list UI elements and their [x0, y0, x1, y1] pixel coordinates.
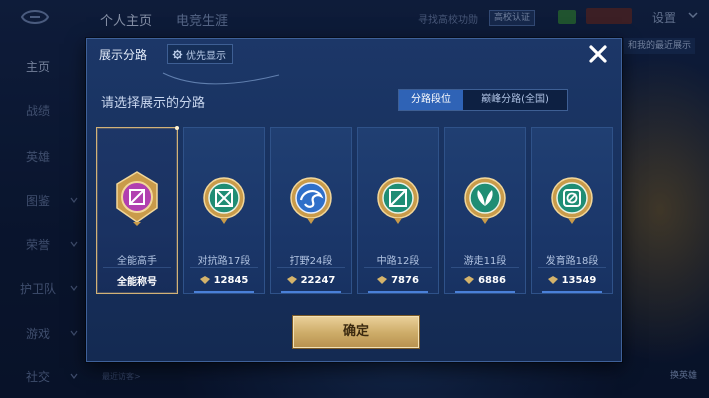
roam-emblem-icon: [464, 177, 506, 224]
selected-sparkle-icon: [175, 126, 179, 130]
lane-card-jungle[interactable]: 打野24段 22247: [270, 127, 352, 294]
lane-card-footer: 12845: [184, 271, 264, 289]
lane-card-label: 对抗路17段: [197, 256, 251, 267]
diamond-icon: [286, 276, 297, 284]
close-icon[interactable]: [585, 41, 611, 67]
farm-lane-emblem-icon: [551, 177, 593, 224]
priority-display-button[interactable]: 优先显示: [167, 44, 233, 64]
lane-card-footer: 全能称号: [97, 271, 177, 289]
diamond-icon: [377, 276, 388, 284]
ornament-swirl-icon: [162, 72, 280, 85]
lane-card-footer: 22247: [271, 271, 351, 289]
lane-card-label: 打野24段: [289, 256, 333, 267]
divider: [103, 267, 171, 268]
lane-card-farm[interactable]: 发育路18段 13549: [531, 127, 613, 294]
lane-card-all-round[interactable]: 全能高手 全能称号: [96, 126, 179, 294]
clash-lane-emblem-icon: [203, 177, 245, 224]
lane-score: 7876: [391, 274, 419, 286]
lane-card-label: 全能高手: [117, 256, 157, 267]
title-badge-text: 全能称号: [117, 276, 157, 288]
lane-score: 12845: [213, 274, 249, 286]
lane-card-label: 中路12段: [376, 256, 420, 267]
dialog-title: 展示分路: [99, 48, 148, 62]
card-underline: [281, 291, 341, 293]
lane-mode-segmented-control: 分路段位 巅峰分路(全国): [398, 89, 568, 111]
lane-card-mid[interactable]: 中路12段 7876: [357, 127, 439, 294]
dialog-header: 展示分路 优先显示: [87, 39, 621, 69]
diamond-icon: [199, 276, 210, 284]
tab-lane-rank[interactable]: 分路段位: [399, 90, 463, 110]
gear-icon: [172, 49, 183, 59]
diamond-icon: [547, 276, 558, 284]
diamond-icon: [464, 276, 475, 284]
lane-card-clash[interactable]: 对抗路17段 12845: [183, 127, 265, 294]
lane-card-label: 游走11段: [463, 256, 507, 267]
divider: [277, 267, 345, 268]
lane-score: 22247: [300, 274, 336, 286]
card-underline: [542, 291, 602, 293]
confirm-button[interactable]: 确定: [293, 316, 419, 348]
mid-lane-emblem-icon: [377, 177, 419, 224]
divider: [451, 267, 519, 268]
lane-card-footer: 6886: [445, 271, 525, 289]
divider: [364, 267, 432, 268]
card-underline: [194, 291, 254, 293]
lane-card-footer: 13549: [532, 271, 612, 289]
lane-card-roam[interactable]: 游走11段 6886: [444, 127, 526, 294]
lane-display-dialog: 展示分路 优先显示 请选择展示的分路 分路段位 巅峰分路(全国) 全能高手 全能…: [86, 38, 622, 362]
lane-card-footer: 7876: [358, 271, 438, 289]
lane-score: 6886: [478, 274, 506, 286]
card-underline: [368, 291, 428, 293]
lane-card-label: 发育路18段: [545, 256, 599, 267]
lane-score: 13549: [561, 274, 597, 286]
divider: [190, 267, 258, 268]
priority-display-label: 优先显示: [186, 50, 226, 62]
all-round-emblem-icon: [116, 171, 158, 226]
jungle-emblem-icon: [290, 177, 332, 224]
select-lane-prompt: 请选择展示的分路: [101, 96, 206, 111]
divider: [538, 267, 606, 268]
tab-peak-lane-national[interactable]: 巅峰分路(全国): [463, 90, 567, 110]
card-underline: [455, 291, 515, 293]
